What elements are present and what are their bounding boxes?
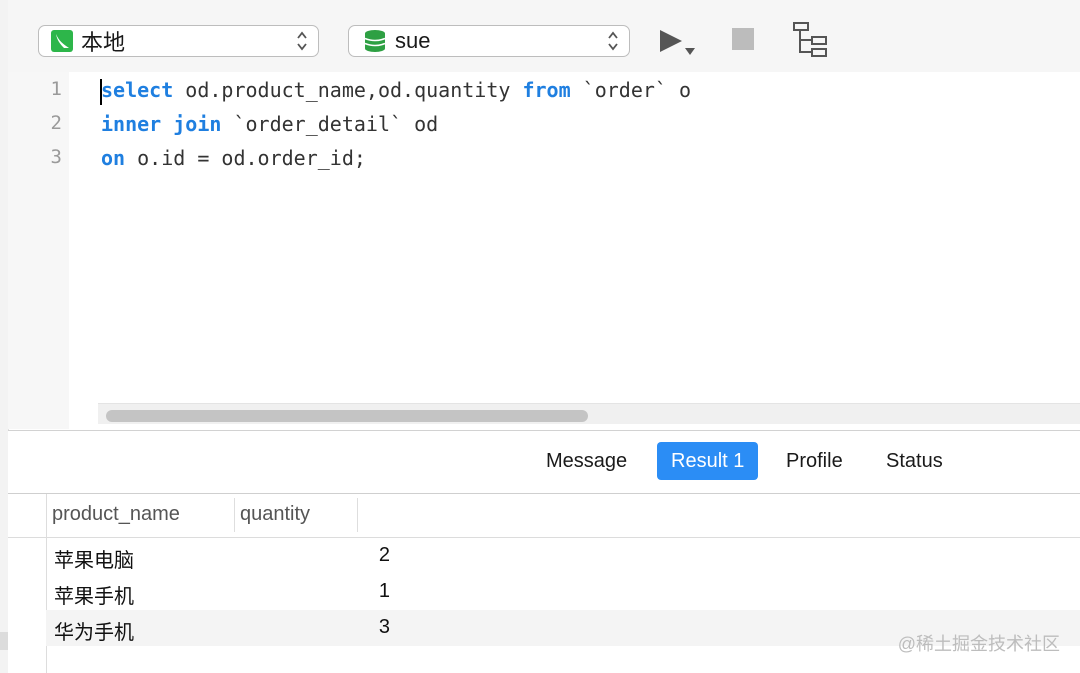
text-caret <box>100 79 102 105</box>
line-number: 1 <box>50 78 62 100</box>
cell-quantity[interactable]: 3 <box>326 616 390 639</box>
sql-text: o.id = od.order_id; <box>125 146 366 170</box>
cell-product-name[interactable]: 苹果电脑 <box>54 544 134 573</box>
code-line: on o.id = od.order_id; <box>101 146 366 170</box>
code-line: select od.product_name,od.quantity from … <box>101 78 691 102</box>
connection-label: 本地 <box>81 30 126 55</box>
table-row[interactable]: 苹果手机 1 <box>46 574 1080 610</box>
left-edge-marker <box>0 632 8 650</box>
column-header-quantity[interactable]: quantity <box>240 503 310 526</box>
explain-tree-icon <box>793 22 827 57</box>
tab-result-1[interactable]: Result 1 <box>657 442 759 480</box>
query-toolbar: 本地 sue <box>8 0 1080 73</box>
cell-quantity[interactable]: 1 <box>326 580 390 603</box>
database-select[interactable]: sue <box>348 25 630 57</box>
line-number: 2 <box>50 112 62 134</box>
chevron-updown-icon <box>608 31 618 51</box>
tab-message[interactable]: Message <box>532 442 641 480</box>
sql-text: od.product_name,od.quantity <box>173 78 523 102</box>
sql-keyword: from <box>522 78 571 102</box>
connection-leaf-icon <box>51 30 73 52</box>
database-stack-icon <box>364 30 386 52</box>
sql-text: `order_detail` od <box>221 112 439 136</box>
line-number-gutter: 1 2 3 <box>8 72 69 429</box>
column-header-product-name[interactable]: product_name <box>52 503 180 526</box>
run-play-icon <box>660 30 695 55</box>
chevron-updown-icon <box>297 31 307 51</box>
tab-profile[interactable]: Profile <box>772 442 857 480</box>
cell-product-name[interactable]: 华为手机 <box>54 616 134 645</box>
cell-quantity[interactable]: 2 <box>326 544 390 567</box>
tab-status[interactable]: Status <box>872 442 957 480</box>
sql-keyword: inner join <box>101 112 222 136</box>
explain-button[interactable] <box>792 21 830 59</box>
column-divider[interactable] <box>234 498 235 532</box>
cell-product-name[interactable]: 苹果手机 <box>54 580 134 609</box>
row-selector-gutter <box>8 494 47 673</box>
horizontal-scrollbar[interactable] <box>98 403 1080 424</box>
column-divider[interactable] <box>357 498 358 532</box>
scrollbar-thumb[interactable] <box>106 410 588 422</box>
sql-keyword: on <box>101 146 126 170</box>
line-number: 3 <box>50 146 62 168</box>
run-button[interactable] <box>658 28 700 58</box>
sql-keyword: select <box>101 78 174 102</box>
sql-text: `order` o <box>570 78 692 102</box>
code-line: inner join `order_detail` od <box>101 112 438 136</box>
stop-square-icon[interactable] <box>732 28 754 50</box>
database-label: sue <box>395 28 431 53</box>
sql-editor[interactable]: 1 2 3 select od.product_name,od.quantity… <box>8 72 1080 429</box>
result-tabs-bar: Message Result 1 Profile Status <box>8 430 1080 494</box>
connection-select[interactable]: 本地 <box>38 25 319 57</box>
watermark: @稀土掘金技术社区 <box>897 634 1060 654</box>
table-row[interactable]: 苹果电脑 2 <box>46 538 1080 574</box>
grid-header: product_name quantity <box>8 494 1080 538</box>
